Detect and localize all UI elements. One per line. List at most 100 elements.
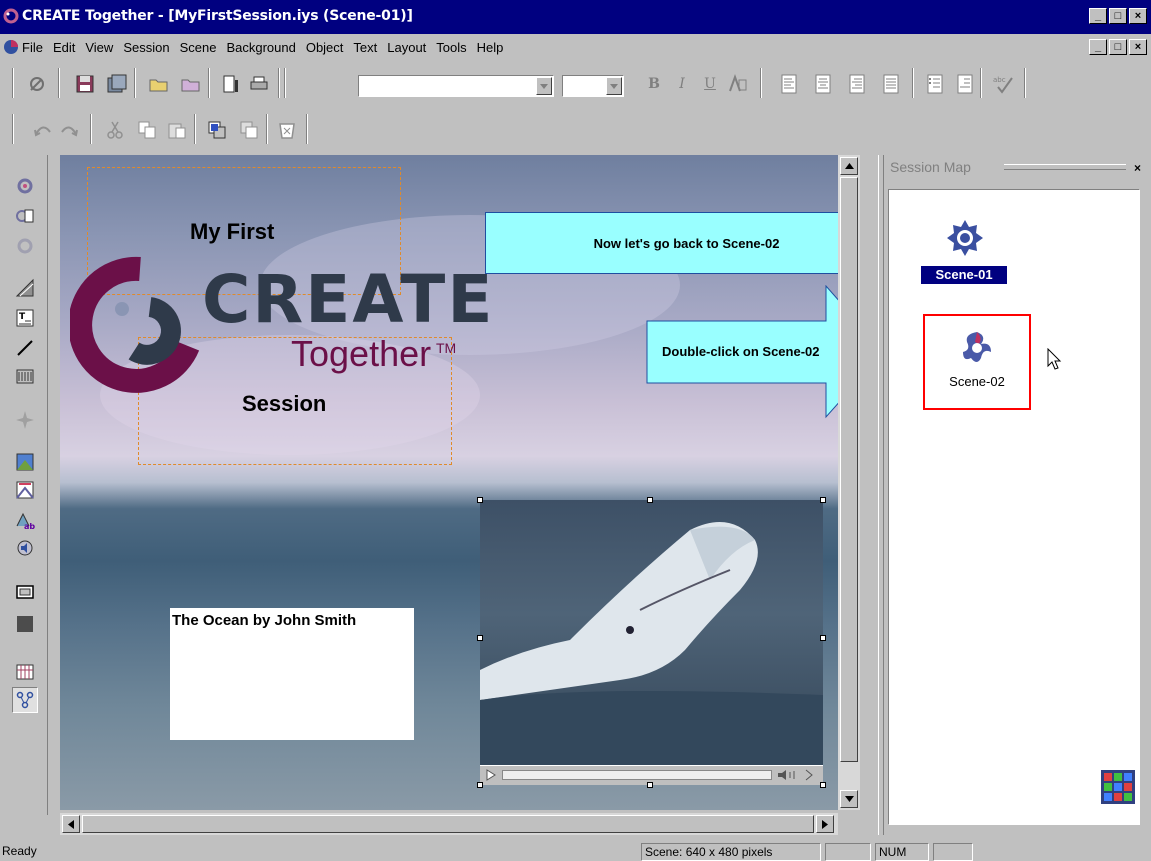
tool-frame-button[interactable] <box>12 363 38 389</box>
resize-handle[interactable] <box>820 497 826 503</box>
floppy-disk-icon <box>76 75 94 93</box>
horizontal-scroll-thumb[interactable] <box>82 815 814 833</box>
video-object[interactable] <box>480 500 823 785</box>
cut-button[interactable] <box>102 117 128 143</box>
vertical-scrollbar[interactable] <box>838 155 860 810</box>
play-icon[interactable] <box>486 769 500 781</box>
resize-handle[interactable] <box>477 497 483 503</box>
open-file-button[interactable] <box>178 71 204 97</box>
close-button[interactable]: × <box>1129 8 1147 24</box>
underline-button[interactable]: U <box>697 71 723 97</box>
barcode-icon <box>17 616 33 632</box>
open-folder-button[interactable] <box>146 71 172 97</box>
print-button[interactable] <box>246 71 272 97</box>
heading-session[interactable]: Session <box>242 391 326 417</box>
resize-handle[interactable] <box>820 635 826 641</box>
tool-sound-button[interactable] <box>12 535 38 561</box>
save-all-button[interactable] <box>104 71 130 97</box>
redo-button[interactable] <box>56 117 82 143</box>
menu-tools[interactable]: Tools <box>436 40 466 55</box>
scene-01-icon[interactable] <box>945 218 985 258</box>
menu-view[interactable]: View <box>85 40 113 55</box>
scroll-down-button[interactable] <box>840 790 858 808</box>
scroll-left-button[interactable] <box>62 815 80 833</box>
tool-effect-button[interactable] <box>12 407 38 433</box>
menu-file[interactable]: File <box>22 40 43 55</box>
callout-go-back[interactable]: Now let's go back to Scene-02 <box>485 212 838 274</box>
doc-maximize-button[interactable]: □ <box>1109 39 1127 55</box>
bold-button[interactable]: B <box>641 71 667 97</box>
italic-button[interactable]: I <box>669 71 695 97</box>
session-map-close-button[interactable]: × <box>1134 161 1141 175</box>
session-wizard-button[interactable] <box>24 71 50 97</box>
font-size-combo[interactable] <box>562 75 624 97</box>
menu-background[interactable]: Background <box>226 40 295 55</box>
tool-animation-button[interactable] <box>12 477 38 503</box>
resize-handle[interactable] <box>647 497 653 503</box>
scroll-right-button[interactable] <box>816 815 834 833</box>
tool-scene-button[interactable] <box>12 173 38 199</box>
menu-session[interactable]: Session <box>123 40 169 55</box>
tool-barcode-button[interactable] <box>12 611 38 637</box>
resize-handle[interactable] <box>647 782 653 788</box>
heading-my-first[interactable]: My First <box>190 219 274 245</box>
horizontal-scrollbar[interactable] <box>60 813 838 835</box>
justify-button[interactable] <box>878 71 904 97</box>
send-to-back-button[interactable] <box>236 117 262 143</box>
bring-to-front-button[interactable] <box>204 117 230 143</box>
indent-button[interactable] <box>952 71 978 97</box>
tool-picture-button[interactable] <box>12 449 38 475</box>
volume-icon[interactable] <box>776 769 816 781</box>
text-style-button[interactable] <box>725 71 751 97</box>
text-object-box[interactable]: The Ocean by John Smith <box>170 608 414 740</box>
font-size-dropdown-arrow[interactable] <box>606 77 622 95</box>
font-name-dropdown-arrow[interactable] <box>536 77 552 95</box>
menu-object[interactable]: Object <box>306 40 344 55</box>
copy-button[interactable] <box>134 117 160 143</box>
menu-scene[interactable]: Scene <box>180 40 217 55</box>
tool-text-button[interactable]: T <box>12 305 38 331</box>
align-center-button[interactable] <box>810 71 836 97</box>
grid-view-icon[interactable] <box>1101 770 1135 804</box>
menu-text[interactable]: Text <box>353 40 377 55</box>
font-name-combo[interactable] <box>358 75 554 97</box>
tool-shape-button[interactable] <box>12 275 38 301</box>
scroll-up-button[interactable] <box>840 157 858 175</box>
vertical-scroll-thumb[interactable] <box>840 177 858 762</box>
tool-timeline-button[interactable] <box>12 659 38 685</box>
status-bar: Ready Scene: 640 x 480 pixels NUM <box>0 841 1151 861</box>
tool-scene-link-button[interactable] <box>12 233 38 259</box>
tool-line-button[interactable] <box>12 335 38 361</box>
tool-button-object-button[interactable] <box>12 579 38 605</box>
bullets-button[interactable] <box>922 71 948 97</box>
scene-01-label[interactable]: Scene-01 <box>921 266 1007 284</box>
menu-help[interactable]: Help <box>477 40 504 55</box>
spell-check-button[interactable]: abc <box>990 71 1016 97</box>
align-right-button[interactable] <box>844 71 870 97</box>
tool-new-scene-button[interactable] <box>12 203 38 229</box>
scene-02-node[interactable]: Scene-02 <box>923 314 1031 410</box>
delete-button[interactable] <box>274 117 300 143</box>
doc-close-button[interactable]: × <box>1129 39 1147 55</box>
resize-handle[interactable] <box>820 782 826 788</box>
session-map-canvas[interactable]: Scene-01 Scene-02 <box>888 189 1140 825</box>
menu-layout[interactable]: Layout <box>387 40 426 55</box>
maximize-button[interactable]: □ <box>1109 8 1127 24</box>
align-left-button[interactable] <box>776 71 802 97</box>
video-progress-track[interactable] <box>502 770 772 780</box>
save-button[interactable] <box>72 71 98 97</box>
resize-handle[interactable] <box>477 782 483 788</box>
document-icon[interactable] <box>3 39 19 55</box>
panel-splitter[interactable] <box>878 155 884 835</box>
panel-grip[interactable] <box>1004 164 1126 170</box>
menu-edit[interactable]: Edit <box>53 40 75 55</box>
tool-session-map-button[interactable] <box>12 687 38 713</box>
resize-handle[interactable] <box>477 635 483 641</box>
scene-canvas[interactable]: My First CREATE Together TM Session Now … <box>60 155 838 810</box>
tool-text-effect-button[interactable]: ab <box>12 507 38 533</box>
doc-minimize-button[interactable]: _ <box>1089 39 1107 55</box>
undo-button[interactable] <box>30 117 56 143</box>
page-setup-button[interactable] <box>218 71 244 97</box>
minimize-button[interactable]: _ <box>1089 8 1107 24</box>
paste-button[interactable] <box>164 117 190 143</box>
